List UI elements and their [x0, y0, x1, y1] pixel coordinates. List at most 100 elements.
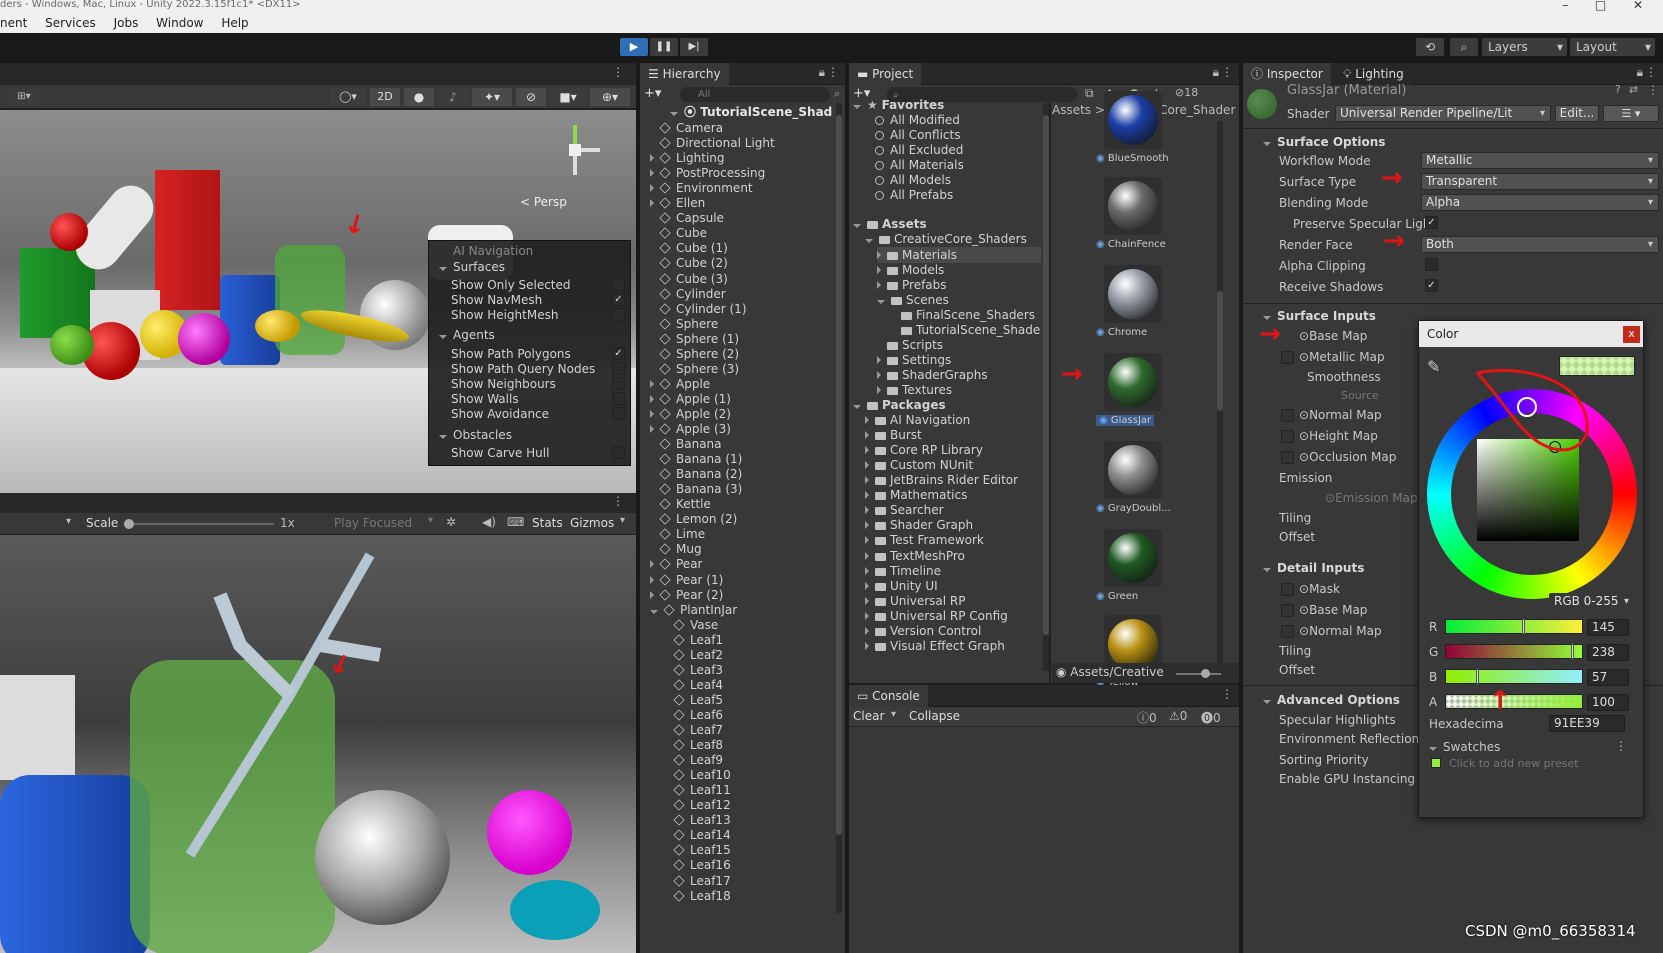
hierarchy-item[interactable]: Lime — [650, 526, 705, 542]
project-folder[interactable]: Packages — [853, 397, 946, 413]
hierarchy-item[interactable]: Apple (1) — [650, 391, 731, 407]
hierarchy-item[interactable]: Apple (3) — [650, 421, 731, 437]
foldout-icon[interactable] — [650, 609, 658, 614]
overlay-checkbox[interactable] — [612, 362, 625, 375]
tab-hierarchy[interactable]: ☰ Hierarchy — [640, 63, 729, 85]
list-options-icon[interactable]: ☰ ▾ — [1603, 105, 1659, 122]
add-icon[interactable]: +▾ — [644, 86, 664, 102]
pause-button[interactable]: ❚❚ — [650, 38, 678, 56]
project-folder[interactable]: Prefabs — [877, 277, 947, 293]
overlay-checkbox[interactable] — [612, 278, 625, 291]
more-icon[interactable]: ⋮ — [1221, 65, 1233, 79]
metallic-map-label[interactable]: ⊙Metallic Map — [1299, 350, 1385, 364]
menu-item[interactable]: nent — [0, 16, 27, 30]
hierarchy-item[interactable]: Leaf15 — [673, 842, 731, 858]
project-folder[interactable]: Timeline — [865, 563, 941, 579]
scene-root[interactable]: ⦿ TutorialScene_Shad — [670, 104, 832, 120]
project-folder[interactable]: Universal RP — [865, 593, 965, 609]
hierarchy-item[interactable]: Directional Light — [650, 135, 775, 151]
channel-value-input[interactable]: 100 — [1587, 694, 1629, 711]
channel-slider-handle[interactable] — [1476, 669, 1480, 684]
help-icon[interactable]: ? — [1615, 83, 1621, 96]
hierarchy-item[interactable]: Banana — [650, 436, 722, 452]
close-button[interactable]: x — [1623, 326, 1640, 343]
alpha-clipping-checkbox[interactable] — [1425, 258, 1438, 271]
channel-slider[interactable] — [1445, 619, 1583, 634]
play-focused-dropdown[interactable]: Play Focused — [334, 516, 412, 530]
mask-label[interactable]: ⊙Mask — [1299, 582, 1340, 596]
tab-lighting[interactable]: 💡︎ Lighting — [1335, 63, 1412, 85]
project-folder[interactable]: Materials — [877, 246, 1041, 263]
hierarchy-item[interactable]: Leaf14 — [673, 827, 731, 843]
foldout-icon[interactable] — [650, 575, 654, 584]
overlay-checkbox[interactable] — [612, 308, 625, 321]
foldout-icon[interactable] — [865, 239, 873, 244]
hierarchy-item[interactable]: Sphere — [650, 316, 718, 332]
foldout-icon[interactable] — [865, 416, 869, 425]
channel-slider[interactable] — [1445, 669, 1583, 684]
foldout-icon[interactable] — [650, 590, 654, 599]
project-folder[interactable]: Mathematics — [865, 487, 967, 503]
hierarchy-item[interactable]: Apple (2) — [650, 406, 731, 422]
more-icon[interactable]: ⋮ — [612, 494, 624, 508]
foldout-icon[interactable] — [865, 521, 869, 530]
gizmos-button[interactable]: Gizmos — [570, 516, 614, 530]
tab-project[interactable]: ▬ Project — [849, 63, 922, 85]
texture-slot[interactable] — [1281, 451, 1294, 464]
more-icon[interactable]: ⋮ — [612, 65, 624, 79]
foldout-icon[interactable] — [865, 596, 869, 605]
foldout-icon[interactable] — [865, 536, 869, 545]
gizmo-icon[interactable]: ⊕▾ — [590, 88, 630, 106]
hierarchy-item[interactable]: Sphere (1) — [650, 331, 739, 347]
keyboard-icon[interactable]: ⌨ — [507, 515, 524, 529]
blending-mode-dropdown[interactable]: Alpha — [1421, 194, 1659, 211]
foldout-icon[interactable] — [865, 446, 869, 455]
foldout-icon[interactable] — [650, 184, 654, 193]
hierarchy-item[interactable]: Camera — [650, 120, 723, 136]
favorite-item[interactable]: All Prefabs — [865, 187, 953, 203]
error-count[interactable]: ⓿0 — [1201, 709, 1221, 726]
channel-value-input[interactable]: 57 — [1587, 669, 1629, 686]
edit-shader-button[interactable]: Edit... — [1555, 105, 1599, 122]
material-asset[interactable]: ◉ GrayDoubl... — [1052, 441, 1212, 527]
hierarchy-item[interactable]: Kettle — [650, 496, 711, 512]
project-folder[interactable]: Core RP Library — [865, 442, 983, 458]
menu-item[interactable]: Jobs — [114, 16, 139, 30]
project-folder[interactable]: AI Navigation — [865, 412, 970, 428]
texture-slot[interactable] — [1281, 409, 1294, 422]
foldout-icon[interactable] — [650, 409, 654, 418]
foldout-icon[interactable] — [865, 641, 869, 650]
foldout-icon[interactable] — [853, 105, 861, 109]
camera-icon[interactable]: ■▾ — [550, 88, 586, 106]
project-folder[interactable]: Models — [877, 262, 944, 278]
hierarchy-item[interactable]: Lemon (2) — [650, 511, 737, 527]
lock-icon[interactable]: 🔒︎ — [1213, 65, 1219, 80]
receive-shadows-checkbox[interactable]: ✓ — [1425, 279, 1438, 292]
favorite-item[interactable]: All Modified — [865, 112, 960, 128]
clear-button[interactable]: Clear — [853, 709, 884, 723]
occlusion-map-label[interactable]: ⊙Occlusion Map — [1299, 450, 1396, 464]
preserve-specular-checkbox[interactable]: ✓ — [1425, 216, 1438, 229]
texture-slot[interactable] — [1281, 604, 1294, 617]
channel-value-input[interactable]: 145 — [1587, 619, 1629, 636]
foldout-icon[interactable] — [877, 250, 881, 259]
foldout-icon[interactable] — [853, 405, 861, 409]
foldout-icon[interactable] — [650, 154, 654, 163]
channel-slider-handle[interactable] — [1571, 644, 1575, 659]
detail-base-map-label[interactable]: ⊙Base Map — [1299, 603, 1367, 617]
favorite-item[interactable]: All Models — [865, 172, 951, 188]
project-folder[interactable]: Scenes — [877, 292, 949, 308]
surface-type-dropdown[interactable]: Transparent — [1421, 173, 1659, 190]
hierarchy-item[interactable]: Leaf1 — [673, 632, 723, 648]
scene-search-icon[interactable]: ⌕ — [834, 87, 840, 101]
foldout-icon[interactable] — [853, 224, 861, 229]
bug-icon[interactable]: ✲ — [446, 515, 456, 529]
foldout-icon[interactable] — [865, 506, 869, 515]
hierarchy-item[interactable]: Leaf2 — [673, 647, 723, 663]
layout-dropdown[interactable]: Layout ▾ — [1570, 38, 1655, 56]
orientation-gizmo[interactable] — [545, 120, 605, 180]
project-folder[interactable]: Version Control — [865, 623, 981, 639]
log-count[interactable]: ⓘ0 — [1137, 709, 1157, 726]
hierarchy-item[interactable]: Leaf5 — [673, 692, 723, 708]
overlay-checkbox[interactable] — [612, 377, 625, 390]
